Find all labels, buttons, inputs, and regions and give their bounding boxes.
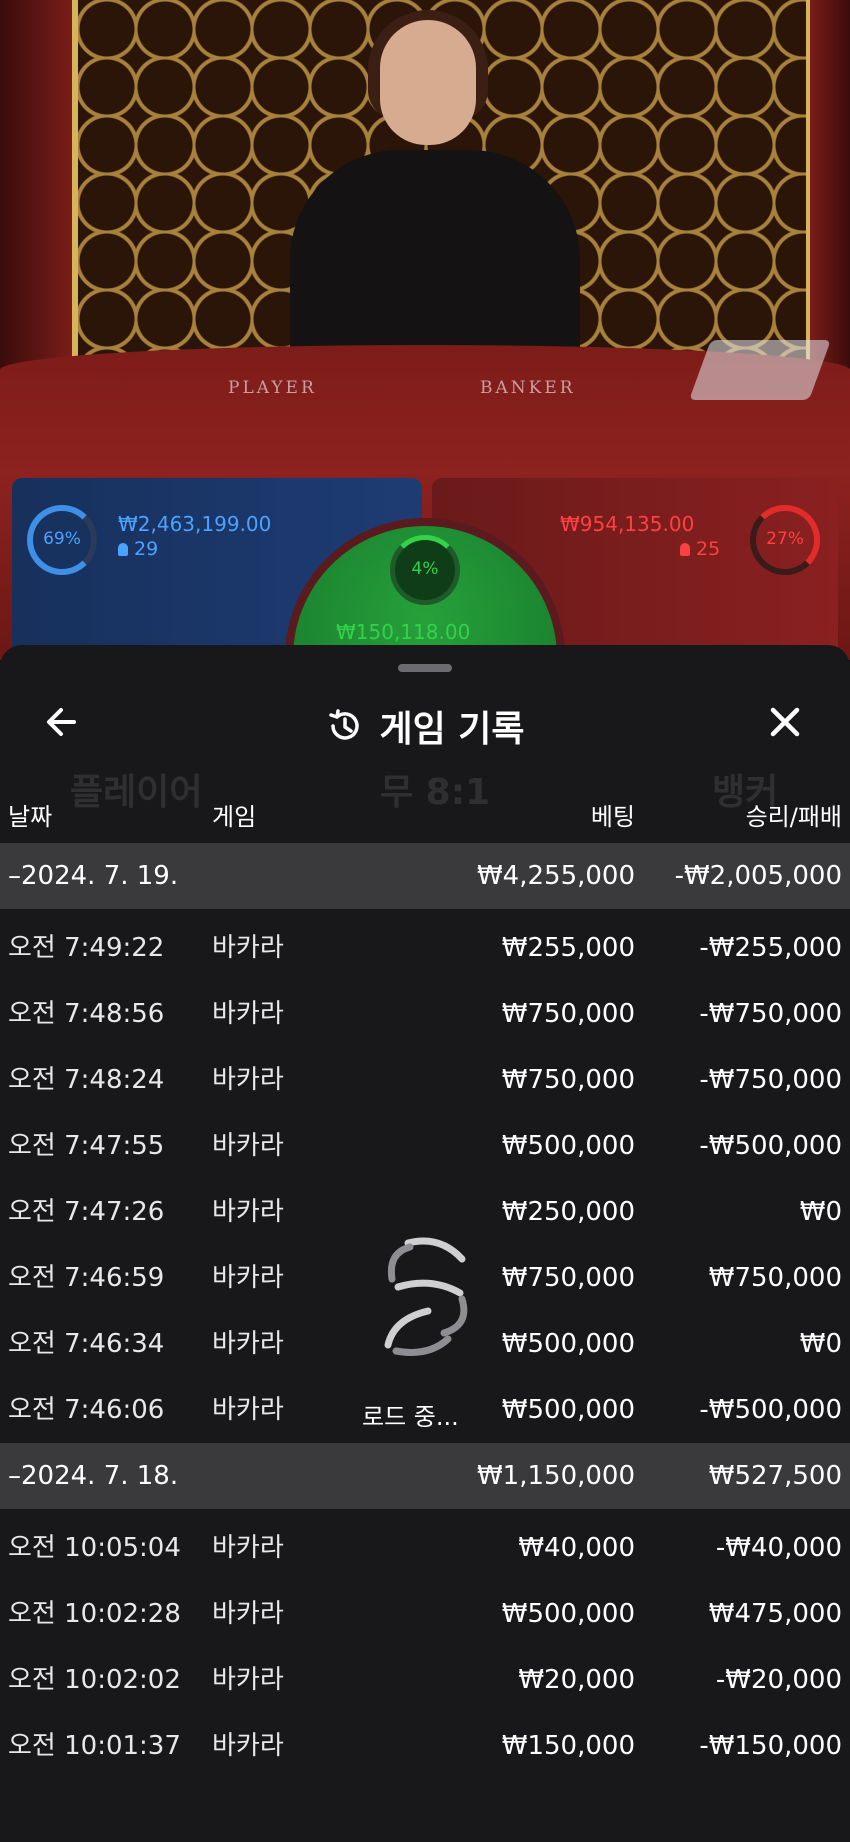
felt-banker-label: BANKER — [480, 378, 576, 398]
sheet-header: 게임 기록 — [0, 700, 850, 752]
history-row[interactable]: 오전 10:01:37 바카라 ₩150,000 -₩150,000 — [0, 1713, 850, 1779]
row-bet: ₩255,000 — [501, 933, 635, 963]
row-game: 바카라 — [212, 1263, 284, 1293]
row-result: -₩40,000 — [715, 1533, 842, 1563]
right-curtain — [810, 0, 850, 380]
history-row[interactable]: 오전 7:47:55 바카라 ₩500,000 -₩500,000 — [0, 1113, 850, 1179]
sheet-title: 게임 기록 — [379, 709, 525, 750]
background-tie-label: 무 8:1 — [380, 772, 491, 813]
row-result: -₩150,000 — [699, 1731, 842, 1761]
row-bet: ₩500,000 — [501, 1131, 635, 1161]
loading-spinner-icon — [384, 1237, 468, 1356]
history-row[interactable]: 오전 10:05:04 바카라 ₩40,000 -₩40,000 — [0, 1515, 850, 1581]
dealer-figure — [260, 10, 620, 380]
row-time: 오전 7:49:22 — [8, 933, 165, 963]
history-icon — [329, 709, 360, 740]
row-time: 오전 7:46:06 — [8, 1395, 165, 1425]
tie-total-amount: ₩150,118.00 — [336, 620, 471, 644]
player-total-amount: ₩2,463,199.00 — [118, 512, 272, 536]
row-bet: ₩500,000 — [501, 1599, 635, 1629]
row-bet: ₩750,000 — [501, 999, 635, 1029]
row-game: 바카라 — [212, 1533, 284, 1563]
row-result: -₩750,000 — [699, 1065, 842, 1095]
row-bet: ₩500,000 — [501, 1329, 635, 1359]
row-time: 오전 7:46:59 — [8, 1263, 165, 1293]
history-row[interactable]: 오전 7:49:22 바카라 ₩255,000 -₩255,000 — [0, 915, 850, 981]
row-time: 오전 7:47:55 — [8, 1131, 165, 1161]
player-count: 29 — [118, 538, 158, 560]
row-game: 바카라 — [212, 1329, 284, 1359]
banker-percent: 27% — [766, 529, 804, 549]
row-time: 오전 10:05:04 — [8, 1533, 181, 1563]
group-bet-total: ₩1,150,000 — [476, 1461, 635, 1491]
row-game: 바카라 — [212, 1599, 284, 1629]
row-game: 바카라 — [212, 1665, 284, 1695]
row-bet: ₩500,000 — [501, 1395, 635, 1425]
row-game: 바카라 — [212, 999, 284, 1029]
person-icon — [680, 543, 690, 556]
column-header-game[interactable]: 게임 — [212, 797, 256, 832]
banker-count: 25 — [680, 538, 720, 560]
row-result: -₩255,000 — [699, 933, 842, 963]
banker-total-amount: ₩954,135.00 — [560, 512, 695, 536]
row-bet: ₩250,000 — [501, 1197, 635, 1227]
player-percent: 69% — [43, 529, 81, 549]
row-bet: ₩750,000 — [501, 1065, 635, 1095]
row-time: 오전 10:01:37 — [8, 1731, 181, 1761]
row-bet: ₩20,000 — [518, 1665, 635, 1695]
row-bet: ₩750,000 — [501, 1263, 635, 1293]
card-shoe — [689, 340, 831, 400]
row-result: -₩20,000 — [715, 1665, 842, 1695]
row-game: 바카라 — [212, 1731, 284, 1761]
history-row[interactable]: 오전 10:02:28 바카라 ₩500,000 ₩475,000 — [0, 1581, 850, 1647]
row-result: -₩750,000 — [699, 999, 842, 1029]
row-bet: ₩150,000 — [501, 1731, 635, 1761]
felt-player-label: PLAYER — [228, 378, 317, 398]
history-row[interactable]: 오전 7:48:56 바카라 ₩750,000 -₩750,000 — [0, 981, 850, 1047]
game-history-sheet: 플레이어 무 8:1 뱅커 게임 기록 날짜 게임 베팅 승리/패배 –2024… — [0, 645, 850, 1842]
date-group-row[interactable]: –2024. 7. 18. ₩1,150,000 ₩527,500 — [0, 1443, 850, 1509]
row-time: 오전 10:02:28 — [8, 1599, 181, 1629]
background-player-label: 플레이어 — [70, 772, 203, 813]
group-result-total: ₩527,500 — [708, 1461, 842, 1491]
row-result: ₩0 — [799, 1197, 842, 1227]
left-curtain — [0, 0, 72, 380]
row-game: 바카라 — [212, 1065, 284, 1095]
row-result: ₩0 — [799, 1329, 842, 1359]
close-icon — [770, 707, 800, 737]
close-button[interactable] — [760, 697, 810, 747]
row-game: 바카라 — [212, 1197, 284, 1227]
row-result: -₩500,000 — [699, 1131, 842, 1161]
row-time: 오전 7:46:34 — [8, 1329, 165, 1359]
row-game: 바카라 — [212, 933, 284, 963]
row-game: 바카라 — [212, 1395, 284, 1425]
group-date: –2024. 7. 18. — [8, 1461, 179, 1491]
column-header-date[interactable]: 날짜 — [8, 797, 52, 832]
history-row[interactable]: 오전 10:02:02 바카라 ₩20,000 -₩20,000 — [0, 1647, 850, 1713]
date-group-row[interactable]: –2024. 7. 19. ₩4,255,000 -₩2,005,000 — [0, 843, 850, 909]
row-result: ₩750,000 — [708, 1263, 842, 1293]
column-header-result[interactable]: 승리/패배 — [746, 797, 842, 832]
column-header-bet[interactable]: 베팅 — [591, 797, 635, 832]
row-result: ₩475,000 — [708, 1599, 842, 1629]
sheet-drag-handle[interactable] — [398, 664, 452, 672]
row-time: 오전 7:47:26 — [8, 1197, 165, 1227]
person-icon — [118, 543, 128, 556]
history-row[interactable]: 오전 7:48:24 바카라 ₩750,000 -₩750,000 — [0, 1047, 850, 1113]
row-game: 바카라 — [212, 1131, 284, 1161]
group-bet-total: ₩4,255,000 — [476, 861, 635, 891]
loading-label: 로드 중... — [362, 1403, 459, 1431]
row-bet: ₩40,000 — [518, 1533, 635, 1563]
row-time: 오전 7:48:56 — [8, 999, 165, 1029]
group-date: –2024. 7. 19. — [8, 861, 179, 891]
row-time: 오전 10:02:02 — [8, 1665, 181, 1695]
row-result: -₩500,000 — [699, 1395, 842, 1425]
group-result-total: -₩2,005,000 — [674, 861, 842, 891]
row-time: 오전 7:48:24 — [8, 1065, 165, 1095]
tie-percent: 4% — [411, 559, 439, 579]
